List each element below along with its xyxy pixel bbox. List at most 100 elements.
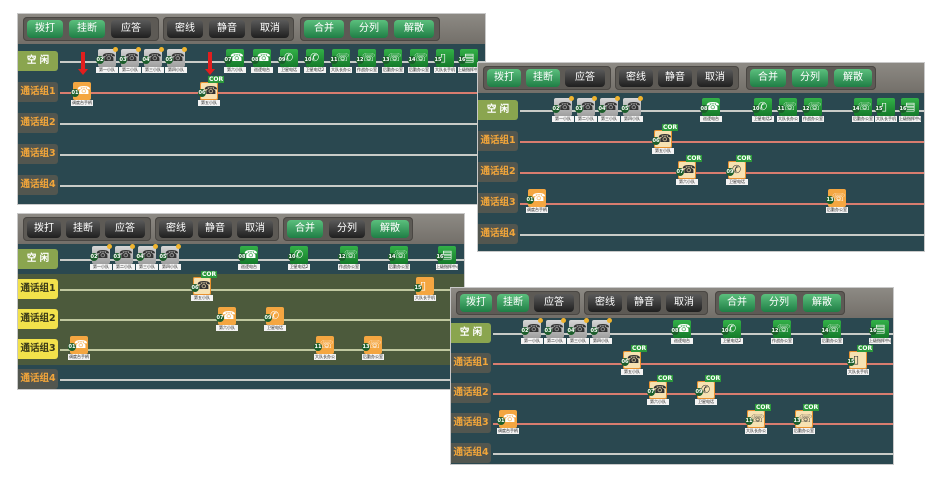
cancel-button[interactable]: 取消 (237, 220, 273, 238)
dismiss-button[interactable]: 解散 (394, 20, 434, 38)
cancel-button[interactable]: 取消 (666, 294, 702, 312)
node-01[interactable]: ☎ 01 调度台手柄 (71, 82, 93, 107)
node-02[interactable]: ☎ 02 第一小队 (521, 318, 543, 345)
node-07[interactable]: ☎ 07 COR 第六小队 (676, 155, 703, 186)
split-button[interactable]: 分列 (761, 294, 797, 312)
node-11[interactable]: ☏ 11 大队长办公 (314, 336, 336, 361)
node-06[interactable]: ☎ 06 COR 第五小队 (621, 345, 648, 376)
node-14[interactable]: ☏ 14 后勤办公室 (408, 49, 430, 74)
node-08[interactable]: ☎ 08 巡逻电台 (700, 98, 722, 123)
node-02[interactable]: ☎ 02 第一小队 (96, 47, 118, 74)
node-12[interactable]: ☏ 12 作战办公室 (338, 246, 360, 271)
mute-button[interactable]: 静音 (658, 69, 692, 87)
cancel-button[interactable]: 取消 (251, 20, 289, 38)
mute-button[interactable]: 静音 (627, 294, 661, 312)
node-07[interactable]: ☎ 07 第六小队 (224, 49, 246, 74)
node-06[interactable]: ☎ 06 COR 第五小队 (652, 124, 679, 155)
node-03[interactable]: ☎ 03 第二小队 (113, 244, 135, 271)
mute-button[interactable]: 静音 (198, 220, 232, 238)
dismiss-button[interactable]: 解散 (371, 220, 409, 238)
answer-button[interactable]: 应答 (534, 294, 574, 312)
node-09[interactable]: ✆ 09 卫星电话 (264, 307, 286, 332)
node-05[interactable]: ☎ 05 第四小队 (165, 47, 187, 74)
split-button[interactable]: 分列 (350, 20, 388, 38)
node-03[interactable]: ☎ 03 第二小队 (575, 96, 597, 123)
node-13[interactable]: ☏ 13 后勤办公室 (826, 189, 848, 214)
cancel-button[interactable]: 取消 (697, 69, 733, 87)
private-line-button[interactable]: 密线 (159, 220, 193, 238)
node-07[interactable]: ☎ 07 第六小队 (216, 307, 238, 332)
merge-button[interactable]: 合并 (304, 20, 344, 38)
node-14[interactable]: ☏ 14 后勤办公室 (821, 320, 843, 345)
dial-button[interactable]: 拨打 (487, 69, 521, 87)
node-05[interactable]: ☎ 05 第四小队 (159, 244, 181, 271)
node-12[interactable]: ☏ 12 作战办公室 (802, 98, 824, 123)
node-07[interactable]: ☎ 07 COR 第六小队 (647, 375, 674, 406)
private-line-button[interactable]: 密线 (619, 69, 653, 87)
node-03[interactable]: ☎ 03 第二小队 (119, 47, 141, 74)
dial-button[interactable]: 拨打 (460, 294, 492, 312)
split-button[interactable]: 分列 (329, 220, 365, 238)
node-06[interactable]: ☎ 06 COR 第五小队 (191, 271, 218, 302)
node-05[interactable]: ☎ 05 第四小队 (621, 96, 643, 123)
hangup-button[interactable]: 挂断 (497, 294, 529, 312)
node-04[interactable]: ☎ 04 第三小队 (598, 96, 620, 123)
node-13[interactable]: ☏ 13 后勤办公室 (362, 336, 384, 361)
node-08[interactable]: ☎ 08 巡逻电台 (671, 320, 693, 345)
node-12[interactable]: ☏ 12 作战办公室 (771, 320, 793, 345)
node-15[interactable]: ▯ 15 COR 大队长手机 (847, 345, 874, 376)
dial-button[interactable]: 拨打 (27, 220, 61, 238)
node-16[interactable]: ▤ 16 上级指挥中心 (458, 49, 480, 74)
dismiss-button[interactable]: 解散 (834, 69, 872, 87)
answer-button[interactable]: 应答 (111, 20, 151, 38)
node-11[interactable]: ☏ 11 大队长办公 (330, 49, 352, 74)
node-15[interactable]: ▯ 15 大队长手机 (875, 98, 897, 123)
node-02[interactable]: ☎ 02 第一小队 (552, 96, 574, 123)
node-16[interactable]: ▤ 16 上级指挥中心 (869, 320, 891, 345)
node-06[interactable]: ☎ 06 COR 第五小队 (198, 76, 225, 107)
node-04[interactable]: ☎ 04 第三小队 (136, 244, 158, 271)
node-03[interactable]: ☎ 03 第二小队 (544, 318, 566, 345)
merge-button[interactable]: 合并 (719, 294, 755, 312)
node-09[interactable]: ✆ 09 COR 卫星电话 (726, 155, 753, 186)
node-13[interactable]: ☏ 13 COR 后勤办公室 (793, 404, 820, 435)
private-line-button[interactable]: 密线 (588, 294, 622, 312)
node-08[interactable]: ☎ 08 巡逻电台 (238, 246, 260, 271)
merge-button[interactable]: 合并 (287, 220, 323, 238)
node-10[interactable]: ✆ 10 卫星电话2 (721, 320, 743, 345)
node-11[interactable]: ☏ 11 COR 大队长办公 (745, 404, 772, 435)
node-12[interactable]: ☏ 12 作战办公室 (356, 49, 378, 74)
dial-button[interactable]: 拨打 (27, 20, 63, 38)
node-13[interactable]: ☏ 13 后勤办公室 (382, 49, 404, 74)
node-01[interactable]: ☎ 01 调度台手柄 (497, 410, 519, 435)
dismiss-button[interactable]: 解散 (803, 294, 841, 312)
node-16[interactable]: ▤ 16 上级指挥中心 (899, 98, 921, 123)
answer-button[interactable]: 应答 (105, 220, 145, 238)
node-11[interactable]: ☏ 11 大队长办公 (777, 98, 799, 123)
node-14[interactable]: ☏ 14 后勤办公室 (852, 98, 874, 123)
hangup-button[interactable]: 挂断 (526, 69, 560, 87)
node-05[interactable]: ☎ 05 第四小队 (590, 318, 612, 345)
node-16[interactable]: ▤ 16 上级指挥中心 (436, 246, 458, 271)
answer-button[interactable]: 应答 (565, 69, 605, 87)
node-15[interactable]: ▯ 15 大队长手机 (434, 49, 456, 74)
mute-button[interactable]: 静音 (209, 20, 245, 38)
node-02[interactable]: ☎ 02 第一小队 (90, 244, 112, 271)
node-10[interactable]: ✆ 10 卫星电话2 (304, 49, 326, 74)
hangup-button[interactable]: 挂断 (69, 20, 105, 38)
split-button[interactable]: 分列 (792, 69, 828, 87)
node-08[interactable]: ☎ 08 巡逻电台 (251, 49, 273, 74)
node-04[interactable]: ☎ 04 第三小队 (567, 318, 589, 345)
node-01[interactable]: ☎ 01 调度台手柄 (68, 336, 90, 361)
node-10[interactable]: ✆ 10 卫星电话2 (752, 98, 774, 123)
private-line-button[interactable]: 密线 (167, 20, 203, 38)
node-15[interactable]: ▯ 15 大队长手机 (414, 277, 436, 302)
hangup-button[interactable]: 挂断 (66, 220, 100, 238)
node-10[interactable]: ✆ 10 卫星电话2 (288, 246, 310, 271)
node-09[interactable]: ✆ 09 COR 卫星电话 (695, 375, 722, 406)
merge-button[interactable]: 合并 (750, 69, 786, 87)
node-04[interactable]: ☎ 04 第三小队 (142, 47, 164, 74)
node-14[interactable]: ☏ 14 后勤办公室 (388, 246, 410, 271)
node-01[interactable]: ☎ 01 调度台手柄 (526, 189, 548, 214)
node-09[interactable]: ✆ 09 卫星电话 (278, 49, 300, 74)
